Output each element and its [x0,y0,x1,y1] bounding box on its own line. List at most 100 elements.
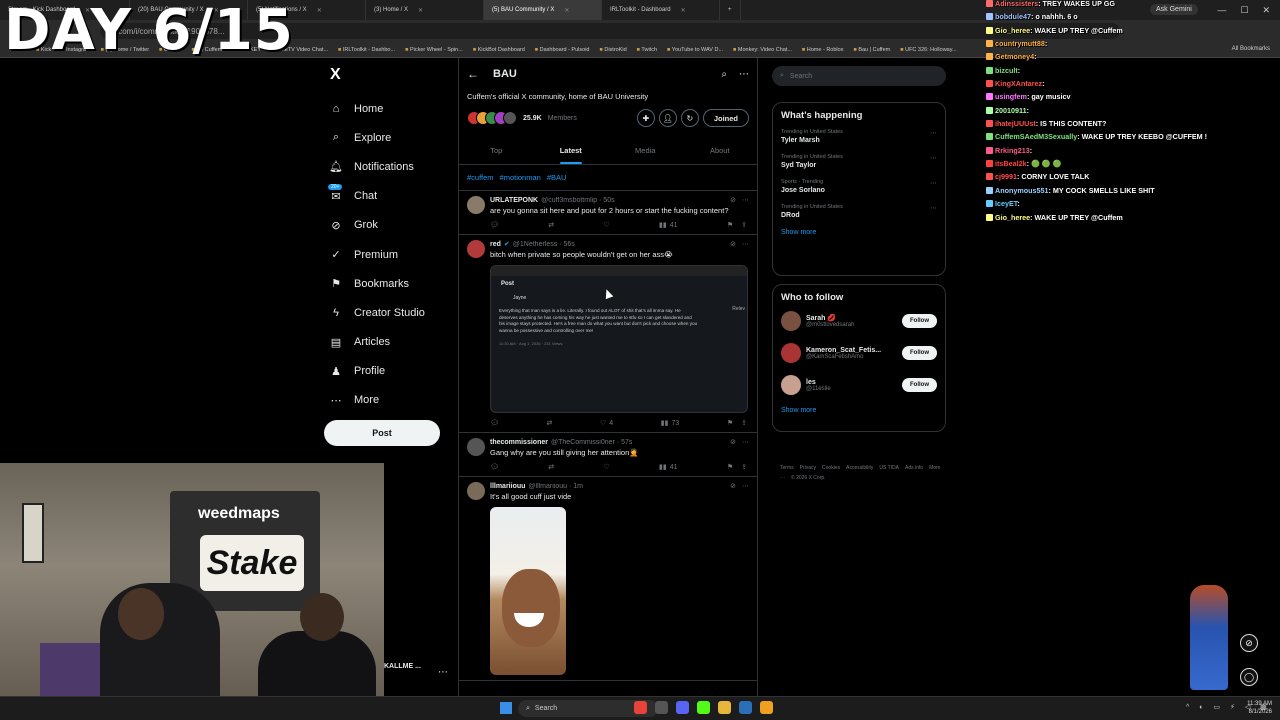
footer-link[interactable]: Ads info [905,465,923,471]
avatar[interactable] [781,343,801,363]
avatar[interactable] [781,311,801,331]
chat-username[interactable]: Anonymous551 [995,186,1049,195]
browser-tab[interactable]: (5) BAU Community / X ✕ [484,0,602,20]
tweet-video[interactable] [490,507,566,675]
footer-link[interactable]: © 2026 X Corp. [791,475,826,481]
chat-username[interactable]: IceyET [995,199,1017,208]
chat-username[interactable]: Rrking213 [995,146,1030,155]
chat-username[interactable]: bobdule47 [995,12,1031,21]
show-more-follow-link[interactable]: Show more [781,407,937,414]
more-icon[interactable]: ⋯ [930,179,937,187]
post-button[interactable]: Post [324,420,440,446]
more-icon[interactable]: ⋯ [742,240,749,248]
bookmark-item[interactable]: IRLToolkit - Dashbo... [338,47,395,53]
bookmark-item[interactable]: Home - Roblox [802,47,844,53]
follow-button[interactable]: Follow [902,346,937,360]
close-tab-icon[interactable]: ✕ [564,7,569,14]
account-more-icon[interactable]: ⋯ [438,667,448,678]
chrome-icon[interactable] [634,701,647,714]
share-icon[interactable]: ⇪ [741,221,747,229]
bookmark-item[interactable]: Monkey: Video Chat... [733,47,792,53]
kick-icon[interactable] [697,701,710,714]
more-icon[interactable]: ⋯ [742,438,749,446]
bookmark-item[interactable]: DistroKid [599,47,626,53]
like-action[interactable]: ♡ [603,221,609,229]
tab-about[interactable]: About [683,137,758,164]
trend-item[interactable]: Trending in United States DRod ⋯ [781,204,937,219]
grok-icon[interactable]: ⊘ [730,438,736,446]
bookmark-item[interactable]: Bau | Cuffem [853,47,890,53]
back-arrow-icon[interactable]: ← [467,67,479,81]
tweet-author-name[interactable]: red [490,241,501,248]
hashtag-link[interactable]: #cuffem [467,173,494,182]
obs-icon[interactable] [655,701,668,714]
chat-bubble-icon[interactable]: ◯ [1240,668,1258,686]
nav-item-profile[interactable]: ♟ Profile [330,357,425,386]
retweet-action[interactable]: ⇄ [548,221,554,229]
file-explorer-icon[interactable] [718,701,731,714]
bookmark-icon[interactable]: ⚑ [727,419,733,427]
grok-icon[interactable]: ⊘ [730,482,736,490]
chat-username[interactable]: ihatejUUUst [995,119,1036,128]
trend-item[interactable]: Trending in United States Tyler Marsh ⋯ [781,129,937,144]
nav-item-home[interactable]: ⌂ Home [330,94,425,123]
trend-item[interactable]: Trending in United States Syd Taylor ⋯ [781,154,937,169]
browser-tab[interactable]: IRLToolkit - Dashboard ✕ [602,0,720,20]
views-action[interactable]: ▮▮ 41 [659,221,678,230]
clock[interactable]: 11:39 AM 8/1/2026 [1247,700,1272,716]
tweet-author-name[interactable]: lllmariiouu [490,483,525,490]
windows-start-icon[interactable] [500,702,512,714]
views-action[interactable]: ▮▮ 73 [661,419,680,428]
nav-item-explore[interactable]: ⌕ Explore [330,123,425,152]
nav-item-creator-studio[interactable]: ϟ Creator Studio [330,298,425,327]
share-icon[interactable]: ⇪ [741,463,747,471]
grok-icon[interactable]: ⊘ [730,240,736,248]
bookmark-item[interactable]: YouTube to WAV D... [667,47,723,53]
more-icon[interactable]: ⋯ [930,154,937,162]
nav-item-notifications[interactable]: 🔔︎ Notifications [329,152,425,181]
chat-username[interactable]: Adinssisters [995,0,1038,8]
chat-username[interactable]: usingfem [995,92,1027,101]
chrome-canary-icon[interactable] [760,701,773,714]
browser-tab[interactable]: (3) Home / X ✕ [366,0,484,20]
joined-button[interactable]: Joined [702,109,749,127]
retweet-action[interactable]: ⇄ [548,463,554,471]
like-action[interactable]: ♡ 4 [600,419,613,428]
tweet-author-name[interactable]: thecommissioner [490,439,548,446]
bookmark-item[interactable]: KickBot Dashboard [473,47,525,53]
chat-username[interactable]: Gio_heree [995,26,1030,35]
footer-link[interactable]: Cookies [822,465,840,471]
retweet-action[interactable]: ⇄ [546,419,552,427]
follow-suggestion[interactable]: Sarah 💋 @m0stlovedsarah Follow [781,311,937,331]
grok-sidebar-icon[interactable]: ⊘ [1240,634,1258,652]
footer-link[interactable]: US TIDA [879,465,899,471]
footer-link[interactable]: Accessibility [846,465,873,471]
tweet[interactable]: lllmariiouu @lllmariiouu · 1m ⊘ ⋯ It's all g… [459,477,757,681]
pin-icon[interactable]: ✚ [636,109,655,127]
grok-icon[interactable]: ⊘ [730,196,736,204]
bookmark-icon[interactable]: ⚑ [727,463,733,471]
refresh-icon[interactable]: ↻ [680,109,699,127]
chat-username[interactable]: KingXAntarez [995,79,1042,88]
more-icon[interactable]: ⋯ [742,482,749,490]
more-icon[interactable]: ⋯ [930,129,937,137]
avatar[interactable] [467,438,485,456]
nav-item-premium[interactable]: ✓ Premium [330,240,425,269]
tweet[interactable]: thecommissioner @TheCommissi0ner · 57s ⊘ ⋯ G… [459,433,757,477]
footer-link[interactable]: Terms [780,465,794,471]
member-avatars[interactable] [467,111,517,125]
search-input[interactable]: ⌕ Search [772,66,946,86]
bookmark-icon[interactable]: ⚑ [727,221,733,229]
close-tab-icon[interactable]: ✕ [681,7,686,14]
bookmark-item[interactable]: Twitch [637,47,657,53]
x-logo[interactable]: X [330,66,341,84]
tab-latest[interactable]: Latest [534,137,609,164]
like-action[interactable]: ♡ [603,463,609,471]
follow-button[interactable]: Follow [902,378,937,392]
footer-link[interactable]: Privacy [800,465,816,471]
tweet[interactable]: red ✔ @1Netherless · 56s ⊘ ⋯ bitch when priva… [459,235,757,433]
nav-item-more[interactable]: ⋯ More [330,386,425,415]
chat-username[interactable]: 20010911 [995,106,1027,115]
more-icon[interactable]: ⋯ [930,204,937,212]
tweet-author-name[interactable]: URLATEPONK [490,197,538,204]
